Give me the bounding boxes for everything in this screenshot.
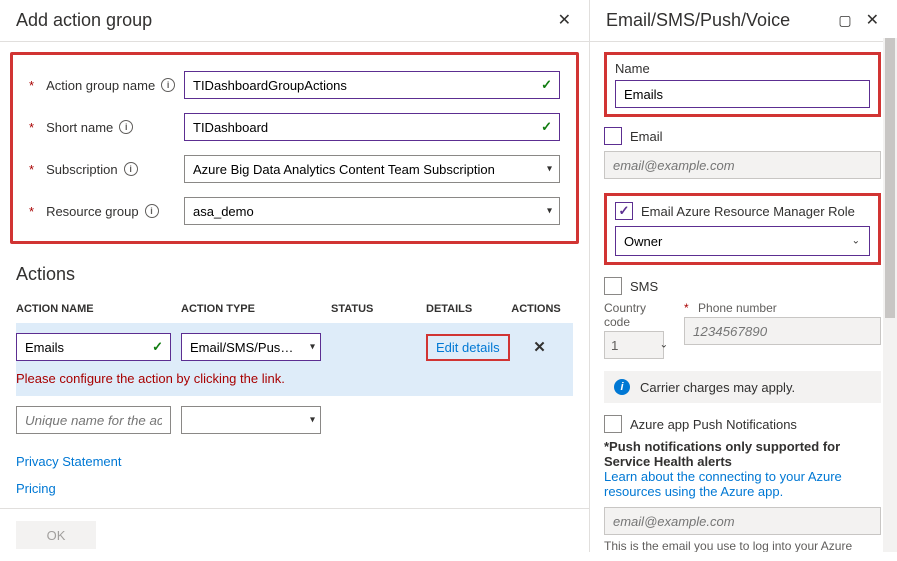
- left-header: Add action group ✕: [0, 0, 589, 42]
- resource-group-select[interactable]: asa_demo: [184, 197, 560, 225]
- th-action-name: ACTION NAME: [16, 303, 181, 315]
- phone-label: Phone number: [698, 301, 777, 315]
- email-input[interactable]: [604, 151, 881, 179]
- th-action-type: ACTION TYPE: [181, 303, 331, 315]
- right-content: Name Email Email Azure Resource Manager …: [590, 42, 897, 552]
- row-action-group-name: *Action group namei ✓: [29, 71, 560, 99]
- email-checkbox[interactable]: [604, 127, 622, 145]
- email-checkbox-row: Email: [604, 127, 881, 145]
- label-short-name: Short name: [46, 120, 113, 135]
- scrollbar[interactable]: [883, 38, 897, 552]
- carrier-msg: Carrier charges may apply.: [640, 380, 795, 395]
- privacy-link[interactable]: Privacy Statement: [16, 454, 573, 469]
- sms-checkbox-row: SMS: [604, 277, 881, 295]
- arm-checkbox-row: Email Azure Resource Manager Role: [615, 202, 870, 220]
- push-label: Azure app Push Notifications: [630, 417, 797, 432]
- subscription-select[interactable]: Azure Big Data Analytics Content Team Su…: [184, 155, 560, 183]
- ok-button[interactable]: OK: [16, 521, 96, 549]
- info-icon[interactable]: i: [161, 78, 175, 92]
- edit-details-link[interactable]: Edit details: [426, 334, 510, 361]
- sms-inputs: Country code 1 ⌄ * Phone number: [604, 301, 881, 359]
- scroll-thumb[interactable]: [885, 38, 895, 318]
- push-learn-link[interactable]: Learn about the connecting to your Azure…: [604, 469, 881, 499]
- label-subscription: Subscription: [46, 162, 118, 177]
- check-icon: ✓: [152, 339, 163, 355]
- push-checkbox-row: Azure app Push Notifications: [604, 415, 881, 433]
- action-name-input[interactable]: [16, 333, 171, 361]
- left-title: Add action group: [16, 10, 152, 31]
- arm-role-select[interactable]: Owner: [615, 226, 870, 256]
- country-code-select[interactable]: 1: [604, 331, 664, 359]
- th-details: DETAILS: [426, 303, 506, 315]
- config-message: Please configure the action by clicking …: [16, 365, 573, 396]
- arm-highlight: Email Azure Resource Manager Role Owner …: [604, 193, 881, 265]
- left-footer: OK: [0, 508, 589, 561]
- actions-title: Actions: [16, 264, 573, 285]
- country-code-label: Country code: [604, 301, 674, 329]
- maximize-icon[interactable]: ▢: [836, 11, 853, 31]
- label-action-group-name: Action group name: [46, 78, 155, 93]
- right-header: Email/SMS/Push/Voice ▢ ✕: [590, 0, 897, 42]
- check-icon: ✓: [541, 77, 552, 93]
- push-email-input[interactable]: [604, 507, 881, 535]
- email-sms-push-voice-panel: Email/SMS/Push/Voice ▢ ✕ Name Email Emai…: [590, 0, 897, 552]
- name-highlight: Name: [604, 52, 881, 117]
- info-icon[interactable]: i: [124, 162, 138, 176]
- th-actions: ACTIONS: [506, 303, 566, 315]
- action-row-empty: ▾: [16, 396, 573, 444]
- close-icon[interactable]: ✕: [864, 11, 881, 31]
- add-action-group-panel: Add action group ✕ *Action group namei ✓…: [0, 0, 590, 552]
- name-input[interactable]: [615, 80, 870, 108]
- sms-label: SMS: [630, 279, 658, 294]
- th-status: STATUS: [331, 303, 426, 315]
- row-short-name: *Short namei ✓: [29, 113, 560, 141]
- carrier-banner: i Carrier charges may apply.: [604, 371, 881, 403]
- close-icon[interactable]: ✕: [556, 11, 573, 31]
- push-checkbox[interactable]: [604, 415, 622, 433]
- push-help: This is the email you use to log into yo…: [604, 539, 881, 552]
- action-group-name-input[interactable]: [184, 71, 560, 99]
- info-icon: i: [614, 379, 630, 395]
- row-resource-group: *Resource groupi asa_demo ▾: [29, 197, 560, 225]
- pricing-link[interactable]: Pricing: [16, 481, 573, 496]
- remove-action-icon[interactable]: ✕: [510, 338, 570, 356]
- actions-section: Actions ACTION NAME ACTION TYPE STATUS D…: [0, 254, 589, 454]
- email-label: Email: [630, 129, 663, 144]
- action-type-select[interactable]: Email/SMS/Push/V...: [181, 333, 321, 361]
- arm-label: Email Azure Resource Manager Role: [641, 204, 855, 219]
- row-subscription: *Subscriptioni Azure Big Data Analytics …: [29, 155, 560, 183]
- push-note: *Push notifications only supported for S…: [604, 439, 881, 469]
- check-icon: ✓: [541, 119, 552, 135]
- arm-checkbox[interactable]: [615, 202, 633, 220]
- short-name-input[interactable]: [184, 113, 560, 141]
- unique-name-input[interactable]: [16, 406, 171, 434]
- info-icon[interactable]: i: [119, 120, 133, 134]
- info-icon[interactable]: i: [145, 204, 159, 218]
- right-title: Email/SMS/Push/Voice: [606, 10, 790, 31]
- action-row: ✓ Email/SMS/Push/V... ▾ Edit details ✕: [16, 323, 573, 365]
- links-section: Privacy Statement Pricing: [0, 454, 589, 508]
- phone-input[interactable]: [684, 317, 881, 345]
- name-label: Name: [615, 61, 870, 76]
- empty-type-select[interactable]: [181, 406, 321, 434]
- label-resource-group: Resource group: [46, 204, 139, 219]
- action-group-form: *Action group namei ✓ *Short namei ✓ *Su…: [10, 52, 579, 244]
- actions-table-header: ACTION NAME ACTION TYPE STATUS DETAILS A…: [16, 295, 573, 323]
- sms-checkbox[interactable]: [604, 277, 622, 295]
